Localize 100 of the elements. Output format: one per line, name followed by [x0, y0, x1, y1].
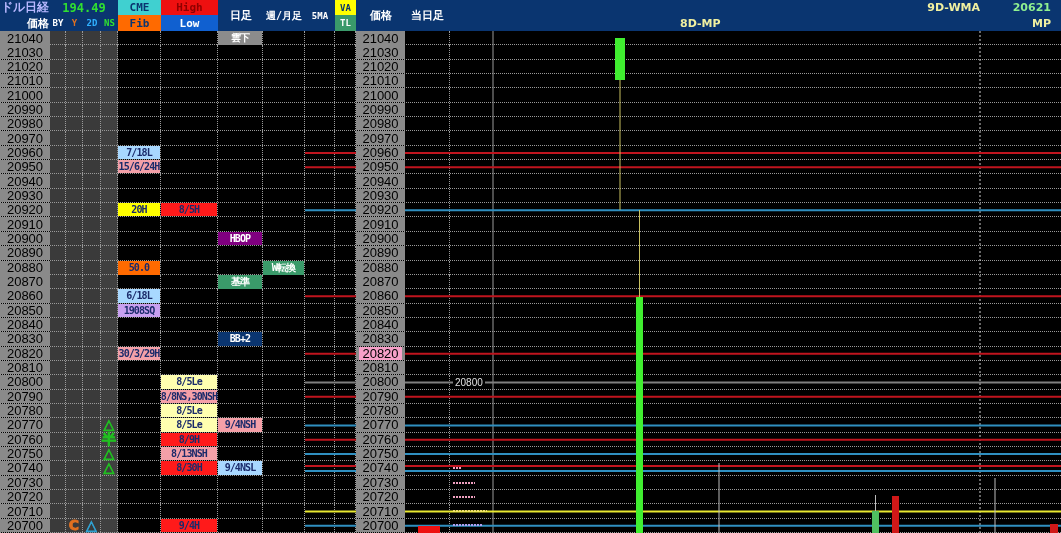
price-change-value: 194.49 — [61, 0, 107, 15]
signal-mark: △ — [103, 461, 115, 475]
column-heading: 価格 — [368, 8, 393, 24]
signal-mark: C — [68, 518, 80, 532]
price-label: 20790 — [361, 389, 400, 403]
column-heading: 価格 — [26, 15, 50, 31]
price-label: 20710 — [5, 504, 45, 518]
price-label: 20990 — [5, 102, 45, 116]
price-label: 20910 — [5, 217, 45, 231]
price-label: 20750 — [5, 447, 45, 461]
price-label: 20820 — [359, 346, 402, 360]
price-label: 20750 — [361, 447, 400, 461]
price-label: 20730 — [361, 475, 400, 489]
price-label: 20840 — [361, 318, 400, 332]
price-label: 21020 — [361, 59, 400, 73]
column-heading: 5MA — [310, 9, 330, 23]
price-label: 20930 — [361, 188, 400, 202]
price-label: 21000 — [361, 88, 400, 102]
price-label: 20920 — [5, 203, 45, 217]
column-heading: 週/月足 — [265, 8, 303, 23]
price-label: 20860 — [361, 289, 400, 303]
level-tag: 9/4H — [161, 518, 217, 533]
column-heading: 日足 — [228, 8, 253, 24]
instrument-title: ドル日経 — [0, 0, 50, 15]
price-label: 21000 — [5, 88, 45, 102]
price-label: 20770 — [361, 418, 400, 432]
price-label: 20710 — [361, 504, 400, 518]
price-label: 20770 — [5, 418, 45, 432]
price-label: 20930 — [5, 188, 45, 202]
price-label: 20880 — [361, 261, 400, 274]
column-heading: 9D-WMA — [927, 1, 980, 14]
price-label: 20760 — [361, 432, 400, 446]
level-tag: 6/18L — [118, 289, 160, 303]
level-tag: 8/9H — [161, 432, 217, 446]
level-tag: 8/5Le — [161, 418, 217, 432]
level-value: 20800 — [453, 376, 485, 388]
price-label: 20830 — [361, 332, 400, 346]
price-label: 20740 — [361, 461, 400, 475]
price-label: 20870 — [5, 275, 45, 289]
level-tag: 雲下 — [218, 31, 262, 45]
level-tag: 8/13NSH — [161, 446, 217, 461]
price-label: 20780 — [361, 404, 400, 418]
level-tag: 8/5Le — [161, 403, 217, 418]
price-label: 20880 — [5, 261, 45, 274]
price-label: 20920 — [361, 203, 400, 217]
price-label: 20810 — [361, 361, 400, 375]
column-heading: BY — [51, 17, 65, 30]
price-label: 20950 — [361, 160, 400, 174]
profile-drawing — [452, 467, 488, 526]
column-heading: 2D — [85, 17, 99, 30]
column-heading: VA — [335, 0, 356, 15]
price-label: 20980 — [5, 117, 45, 131]
price-label: 20840 — [5, 318, 45, 332]
price-label: 20890 — [5, 246, 45, 260]
price-label: 20720 — [361, 490, 400, 504]
column-heading: Y — [70, 17, 79, 30]
price-label: 20810 — [5, 361, 45, 375]
column-heading: CME — [118, 0, 161, 15]
price-label: 20950 — [5, 160, 45, 174]
mp-value: 20621 — [1012, 1, 1051, 14]
price-label: 20960 — [361, 145, 400, 159]
price-label: 20940 — [5, 174, 45, 188]
level-tag: BB+2 — [218, 332, 262, 346]
level-tag: 8/5H — [161, 203, 217, 217]
price-label: 20900 — [5, 232, 45, 245]
price-label: 20830 — [5, 332, 45, 346]
price-label: 21030 — [361, 45, 400, 59]
price-label: 20820 — [5, 346, 45, 360]
column-heading: Low — [161, 15, 218, 31]
price-label: 20940 — [361, 174, 400, 188]
candlestick-drawing — [892, 496, 899, 533]
candlestick-drawing — [1050, 524, 1058, 533]
price-label: 20900 — [361, 232, 400, 245]
price-label: 20850 — [5, 303, 45, 317]
column-heading: 8D-MP — [680, 16, 721, 30]
column-heading: Fib — [118, 15, 161, 31]
wick-line — [718, 462, 720, 533]
price-label: 20890 — [361, 246, 400, 260]
column-heading: 当日足 — [410, 8, 445, 24]
wick-line — [994, 477, 996, 533]
column-heading: High — [161, 0, 218, 15]
price-label: 20970 — [361, 131, 400, 145]
price-label: 21020 — [5, 59, 45, 73]
level-tag: 15/6/24H — [118, 160, 160, 174]
price-label: 20700 — [361, 518, 400, 532]
price-label: 20980 — [361, 117, 400, 131]
signal-mark: △ — [86, 518, 97, 532]
level-tag: 8/30H — [161, 461, 217, 475]
price-label: 21040 — [5, 31, 45, 45]
price-label: 20860 — [5, 289, 45, 303]
candlestick-drawing — [872, 494, 879, 533]
level-tag: 20H — [118, 203, 160, 217]
price-label: 20700 — [5, 518, 45, 532]
price-label: 20910 — [361, 217, 400, 231]
level-tag: 9/4NSL — [218, 461, 262, 475]
level-tag: 9/4NSH — [218, 418, 262, 432]
price-label: 21030 — [5, 45, 45, 59]
price-label: 20760 — [5, 432, 45, 446]
price-label: 20800 — [5, 375, 45, 389]
column-heading: TL — [335, 15, 356, 31]
